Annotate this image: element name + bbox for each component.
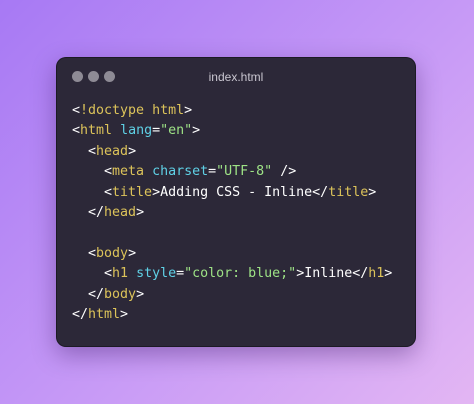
code-token-tag: body bbox=[96, 245, 129, 261]
code-block: <!doctype html> <html lang="en"> <head> <… bbox=[72, 101, 392, 325]
code-token-text: >Inline</ bbox=[296, 266, 369, 282]
code-token-text: < bbox=[72, 103, 81, 118]
code-token-text: </ bbox=[72, 286, 105, 302]
code-token-text: > bbox=[192, 123, 201, 139]
code-token-str: "color: blue;" bbox=[184, 266, 297, 282]
code-token-tag: html bbox=[88, 306, 121, 322]
code-line: <head> bbox=[72, 142, 392, 162]
code-token-tag: head bbox=[104, 204, 137, 220]
code-token-tag: title bbox=[112, 184, 153, 200]
code-token-tag: meta bbox=[112, 164, 145, 180]
code-token-tag: html bbox=[80, 123, 113, 139]
code-token-text: < bbox=[72, 245, 97, 261]
code-token-text: < bbox=[72, 164, 113, 180]
code-token-text: </ bbox=[72, 306, 89, 322]
code-token-text: > bbox=[120, 306, 129, 322]
window-titlebar: index.html bbox=[56, 57, 416, 95]
code-token-tag: head bbox=[96, 143, 129, 159]
code-token-tag: !doctype html bbox=[80, 103, 185, 118]
code-line: <body> bbox=[72, 244, 392, 264]
code-token-tag: title bbox=[328, 184, 369, 200]
code-token-text: < bbox=[72, 266, 113, 282]
code-line: <!doctype html> bbox=[72, 101, 392, 121]
code-token-text: /> bbox=[272, 164, 297, 180]
code-line: <meta charset="UTF-8" /> bbox=[72, 162, 392, 182]
code-token-attr: lang bbox=[120, 123, 153, 139]
code-token-text: < bbox=[72, 184, 113, 200]
code-token-attr: style bbox=[136, 266, 177, 282]
code-line: <html lang="en"> bbox=[72, 121, 392, 141]
code-token-text: < bbox=[72, 123, 81, 139]
code-token-text: > bbox=[136, 204, 145, 220]
code-token-tag: h1 bbox=[368, 266, 385, 282]
code-line: </body> bbox=[72, 285, 392, 305]
code-token-text: > bbox=[384, 266, 393, 282]
code-token-text: > bbox=[128, 143, 137, 159]
code-token-str: "UTF-8" bbox=[216, 164, 273, 180]
code-token-text: > bbox=[184, 103, 193, 118]
code-line: </html> bbox=[72, 305, 392, 325]
code-token-text: = bbox=[152, 123, 161, 139]
code-token-text: < bbox=[72, 143, 97, 159]
code-token-str: "en" bbox=[160, 123, 193, 139]
code-token-tag: h1 bbox=[112, 266, 129, 282]
code-token-attr: charset bbox=[152, 164, 209, 180]
code-token-text: </ bbox=[72, 204, 105, 220]
code-line: <h1 style="color: blue;">Inline</h1> bbox=[72, 264, 392, 284]
window-title: index.html bbox=[208, 70, 264, 84]
code-token-text: >Adding CSS - Inline</ bbox=[152, 184, 329, 200]
code-token-text: = bbox=[208, 164, 217, 180]
code-token-text: > bbox=[368, 184, 377, 200]
code-token-tag: body bbox=[104, 286, 137, 302]
code-token-text: = bbox=[176, 266, 185, 282]
code-token-text: > bbox=[128, 245, 137, 261]
code-line: <title>Adding CSS - Inline</title> bbox=[72, 183, 392, 203]
code-window: index.html <!doctype html> <html lang="en… bbox=[56, 57, 416, 347]
code-token-text: > bbox=[136, 286, 145, 302]
code-line: </head> bbox=[72, 203, 392, 223]
